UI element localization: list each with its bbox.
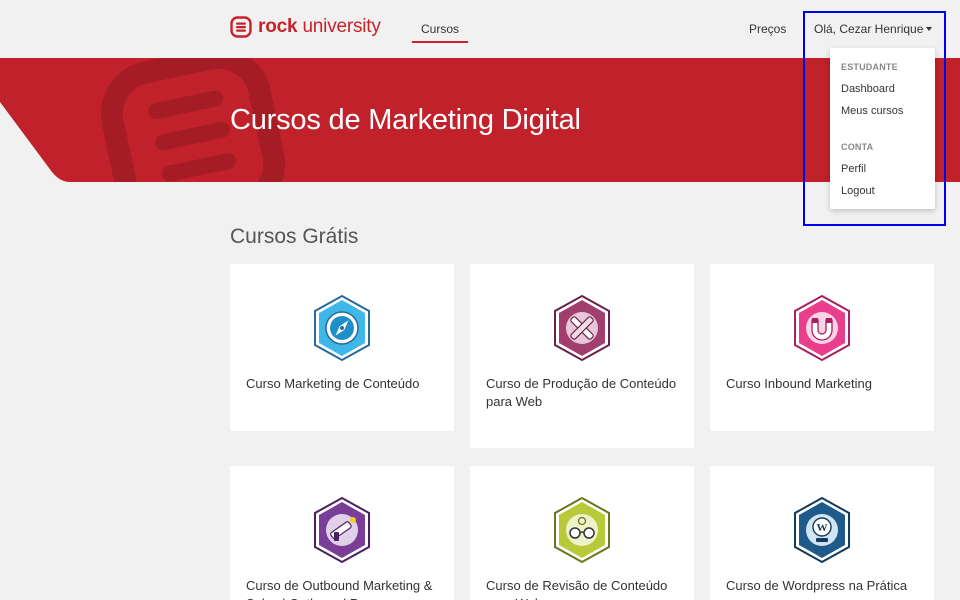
- raygun-icon: [314, 496, 370, 564]
- course-title: Curso Inbound Marketing: [726, 376, 872, 391]
- section-title: Cursos Grátis: [230, 225, 359, 248]
- course-title: Curso de Revisão de Conteúdo para Web: [486, 578, 668, 600]
- dropdown-item-logout[interactable]: Logout: [841, 185, 875, 197]
- rock-university-logo[interactable]: rock university: [230, 16, 381, 38]
- course-title: Curso de Wordpress na Prática: [726, 578, 908, 593]
- nav-tab-cursos[interactable]: Cursos: [412, 14, 468, 43]
- compass-icon: [314, 294, 370, 362]
- top-navbar: rock university Cursos Preços Olá, Cezar…: [0, 0, 960, 58]
- course-title: Curso de Outbound Marketing & Sales | Ou…: [246, 578, 433, 600]
- hero-banner: Cursos de Marketing Digital: [0, 58, 960, 182]
- wordpress-icon: W: [794, 496, 850, 564]
- caret-down-icon: [926, 27, 933, 31]
- user-greeting: Olá, Cezar Henrique: [814, 22, 924, 36]
- course-title: Curso Marketing de Conteúdo: [246, 376, 420, 391]
- course-title: Curso de Produção de Conteúdo para Web: [486, 376, 677, 409]
- course-card[interactable]: Curso de Produção de Conteúdo para Web: [470, 264, 694, 448]
- dropdown-item-profile[interactable]: Perfil: [841, 163, 866, 175]
- logo-text: rock university: [258, 16, 381, 37]
- dropdown-section-account: CONTA: [841, 142, 874, 152]
- course-card[interactable]: W Curso de Wordpress na Prática: [710, 466, 934, 600]
- dropdown-item-dashboard[interactable]: Dashboard: [841, 83, 895, 95]
- course-card[interactable]: Curso de Revisão de Conteúdo para Web: [470, 466, 694, 600]
- svg-text:W: W: [817, 522, 828, 534]
- course-card[interactable]: Curso Marketing de Conteúdo: [230, 264, 454, 431]
- dropdown-item-my-courses[interactable]: Meus cursos: [841, 105, 903, 117]
- pencil-cross-icon: [554, 294, 610, 362]
- user-dropdown-menu: ESTUDANTE Dashboard Meus cursos CONTA Pe…: [830, 48, 935, 209]
- course-card[interactable]: Curso de Outbound Marketing & Sales | Ou…: [230, 466, 454, 600]
- logo-icon: [230, 16, 252, 38]
- user-menu-toggle[interactable]: Olá, Cezar Henrique: [814, 22, 933, 36]
- course-card[interactable]: Curso Inbound Marketing: [710, 264, 934, 431]
- nav-link-precos[interactable]: Preços: [749, 22, 786, 36]
- page-title: Cursos de Marketing Digital: [230, 104, 581, 136]
- magnet-icon: [794, 294, 850, 362]
- glasses-icon: [554, 496, 610, 564]
- dropdown-section-student: ESTUDANTE: [841, 62, 898, 72]
